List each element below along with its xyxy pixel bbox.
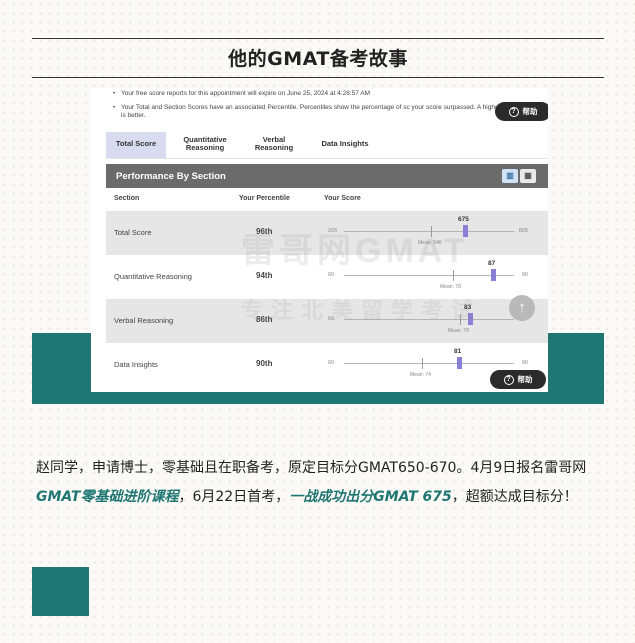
bar-chart-view-icon[interactable]: ▥ bbox=[502, 169, 518, 183]
story-paragraph: 赵同学，申请博士，零基础且在职备考，原定目标分GMAT650-670。4月9日报… bbox=[36, 454, 596, 512]
row-section-name: Total Score bbox=[114, 228, 152, 237]
scale-track bbox=[344, 275, 514, 276]
row-section-name: Data Insights bbox=[114, 360, 158, 369]
tabs-divider bbox=[106, 158, 548, 159]
row-percentile: 90th bbox=[256, 359, 273, 368]
mean-label: Mean: 78 bbox=[440, 284, 461, 290]
score-marker bbox=[491, 269, 496, 281]
column-header-percentile: Your Percentile bbox=[239, 195, 290, 202]
course-link[interactable]: GMAT零基础进阶课程 bbox=[36, 489, 178, 505]
score-marker bbox=[457, 357, 462, 369]
column-header-score: Your Score bbox=[324, 195, 361, 202]
row-section-name: Verbal Reasoning bbox=[114, 316, 174, 325]
watermark-slogan: 专注北美留学考试 bbox=[241, 298, 482, 323]
decorative-teal-square bbox=[32, 567, 89, 616]
panel-title: Performance By Section bbox=[116, 170, 226, 182]
table-row: Data Insights 90th 60 Mean: 74 81 90 bbox=[106, 343, 548, 387]
score-value: 81 bbox=[454, 348, 462, 355]
help-button[interactable]: ? 帮助 bbox=[495, 102, 548, 121]
report-notes: Your free score reports for this appoint… bbox=[113, 90, 533, 121]
scale-max: 90 bbox=[521, 360, 528, 366]
tab-data-insights[interactable]: Data Insights bbox=[310, 132, 380, 158]
help-label: 帮助 bbox=[517, 375, 533, 384]
scale-max: 90 bbox=[521, 272, 528, 278]
title-rule-bottom bbox=[32, 77, 604, 78]
arrow-up-icon[interactable]: ↑ bbox=[509, 295, 535, 321]
tab-total-score[interactable]: Total Score bbox=[106, 132, 166, 158]
page-title: 他的GMAT备考故事 bbox=[228, 48, 408, 70]
mean-tick bbox=[422, 358, 423, 369]
score-value: 675 bbox=[458, 216, 469, 223]
column-header-section: Section bbox=[114, 195, 140, 202]
row-section-name: Quantitative Reasoning bbox=[114, 272, 192, 281]
scale-max: 805 bbox=[518, 228, 528, 234]
story-text: ，超额达成目标分！ bbox=[451, 489, 578, 505]
tab-verbal-reasoning[interactable]: Verbal Reasoning bbox=[244, 132, 304, 158]
help-button[interactable]: ? 帮助 bbox=[490, 370, 546, 389]
help-circle-icon: ? bbox=[508, 106, 519, 117]
story-text: ，6月22日首考， bbox=[178, 489, 290, 505]
note-expiry: Your free score reports for this appoint… bbox=[113, 90, 533, 99]
help-circle-icon: ? bbox=[503, 374, 514, 385]
score-value: 87 bbox=[488, 260, 496, 267]
story-text: 赵同学，申请博士，零基础且在职备考，原定目标分GMAT650-670。4月9日报… bbox=[36, 460, 587, 476]
watermark-logo-text: 雷哥网GMAT bbox=[241, 232, 469, 270]
title-rule-top bbox=[32, 38, 604, 39]
score-highlight: 一战成功出分GMAT 675 bbox=[289, 489, 452, 505]
note-percentile: Your Total and Section Scores have an as… bbox=[113, 104, 533, 121]
row-percentile: 94th bbox=[256, 271, 273, 280]
scale-track bbox=[344, 363, 514, 364]
view-toggle: ▥ ▦ bbox=[502, 169, 536, 183]
performance-panel-header: Performance By Section ▥ ▦ bbox=[106, 164, 548, 188]
scale-min: 60 bbox=[328, 360, 335, 366]
scale-min: 60 bbox=[328, 272, 335, 278]
mean-label: Mean: 74 bbox=[410, 372, 431, 378]
help-label: 帮助 bbox=[522, 107, 538, 116]
score-report-screenshot: Your free score reports for this appoint… bbox=[91, 88, 548, 392]
score-tabs: Total Score Quantitative Reasoning Verba… bbox=[106, 132, 380, 158]
mean-label: Mean: 79 bbox=[448, 328, 469, 334]
tab-quantitative-reasoning[interactable]: Quantitative Reasoning bbox=[172, 132, 238, 158]
table-view-icon[interactable]: ▦ bbox=[520, 169, 536, 183]
